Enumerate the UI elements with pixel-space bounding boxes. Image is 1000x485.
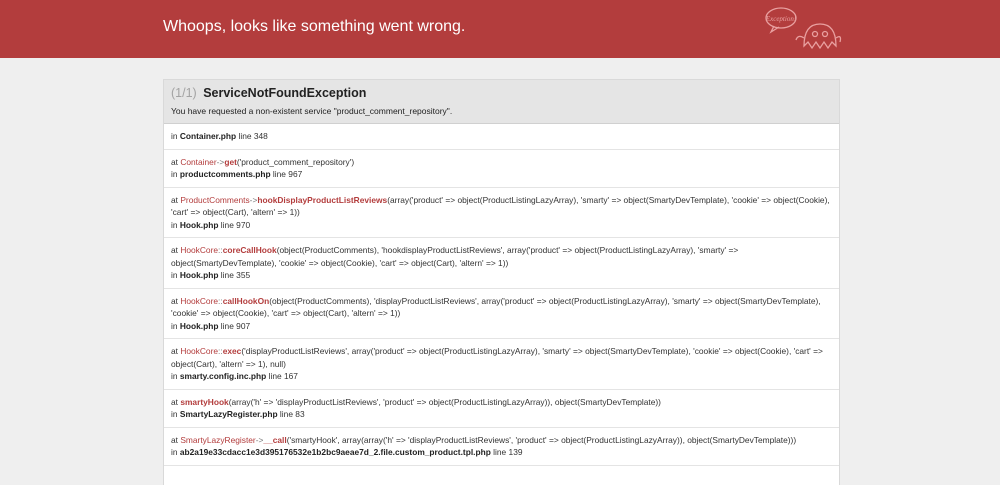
trace-file: Container.php (179, 131, 237, 141)
trace-item: at HookCore::coreCallHook(object(Product… (164, 238, 839, 289)
trace-file: SmartyLazyRegister.php (179, 409, 278, 419)
trace-function: callHookOn (222, 295, 270, 306)
exception-count: (1/1) (171, 86, 197, 100)
trace-item: at HookCore::exec('displayProductListRev… (164, 339, 839, 390)
logo-text: Exception! (765, 15, 797, 23)
trace-class: HookCore (180, 295, 219, 306)
exception-title: (1/1) ServiceNotFoundException (171, 86, 832, 100)
trace-class: HookCore (180, 346, 219, 356)
stack-trace: in Container.php line 348 at Container->… (164, 124, 839, 466)
trace-file: smarty.config.inc.php (179, 371, 267, 381)
trace-item: at smartyHook(array('h' => 'displayProdu… (164, 390, 839, 428)
trace-item: at Container->get('product_comment_repos… (164, 150, 839, 188)
trace-class: HookCore (180, 245, 219, 255)
trace-function: exec (222, 346, 242, 356)
trace-function: hookDisplayProductListReviews (257, 194, 388, 205)
error-title: Whoops, looks like something went wrong. (163, 18, 466, 35)
trace-function: coreCallHook (222, 245, 277, 255)
trace-args: (array('h' => 'displayProductListReviews… (228, 396, 661, 407)
exception-name: ServiceNotFoundException (203, 86, 367, 100)
error-header: Whoops, looks like something went wrong.… (0, 0, 1000, 58)
exception-panel: (1/1) ServiceNotFoundException You have … (163, 79, 840, 485)
trace-args: ('product_comment_repository') (236, 156, 355, 167)
trace-args: ('smartyHook', array(array('h' => 'displ… (286, 434, 797, 445)
trace-item: at SmartyLazyRegister->__call('smartyHoo… (164, 428, 839, 466)
trace-item: at ProductComments->hookDisplayProductLi… (164, 188, 839, 238)
trace-item: in Container.php line 348 (164, 124, 839, 150)
trace-function: smartyHook (180, 396, 229, 407)
trace-function: get (224, 156, 237, 167)
trace-file: Hook.php (179, 270, 219, 280)
trace-file: ab2a19e33cdacc1e3d395176532e1b2bc9aeae7d… (179, 447, 491, 457)
trace-args: ('displayProductListReviews', array('pro… (171, 346, 823, 369)
trace-file: productcomments.php (179, 169, 271, 179)
trace-file: Hook.php (179, 219, 219, 230)
ghost-exception-logo: Exception! (765, 7, 842, 50)
trace-class: SmartyLazyRegister (180, 434, 256, 445)
trace-class: ProductComments (180, 194, 250, 205)
trace-args: (object(ProductComments), 'displayProduc… (171, 295, 821, 319)
trace-class: Container (180, 156, 217, 167)
exception-message: You have requested a non-existent servic… (171, 106, 453, 116)
trace-file: Hook.php (179, 320, 219, 331)
exception-header: (1/1) ServiceNotFoundException You have … (164, 80, 839, 124)
trace-item: at HookCore::callHookOn(object(ProductCo… (164, 289, 839, 339)
trace-function: __call (263, 434, 287, 445)
